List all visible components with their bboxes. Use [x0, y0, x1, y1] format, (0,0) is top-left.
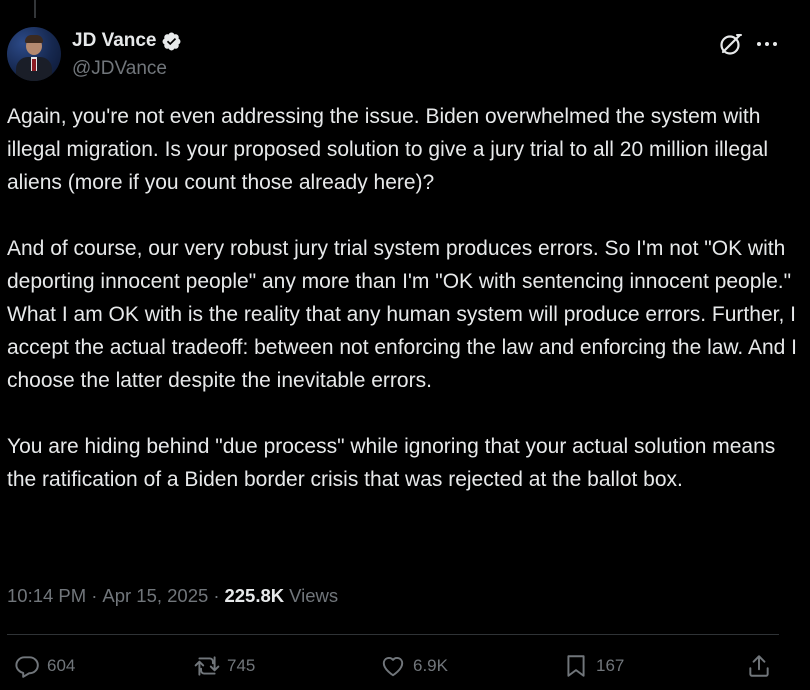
- display-name[interactable]: JD Vance: [72, 30, 157, 52]
- views-label: Views: [289, 585, 339, 606]
- reply-icon: [15, 656, 39, 678]
- meta-separator: ·: [213, 585, 220, 606]
- bookmark-button[interactable]: 167: [563, 650, 624, 682]
- grok-icon[interactable]: [717, 30, 745, 58]
- tweet-time[interactable]: 10:14 PM: [7, 585, 86, 607]
- verified-badge-icon[interactable]: [161, 31, 182, 52]
- tweet-date[interactable]: Apr 15, 2025: [102, 585, 208, 607]
- repost-button[interactable]: 745: [194, 650, 255, 682]
- divider: [7, 634, 779, 635]
- bookmark-count: 167: [596, 656, 625, 675]
- like-count: 6.9K: [413, 656, 448, 675]
- avatar[interactable]: [7, 27, 61, 81]
- more-icon[interactable]: [755, 30, 779, 58]
- tweet-paragraph: And of course, our very robust jury tria…: [7, 237, 797, 392]
- tweet-paragraph: Again, you're not even addressing the is…: [7, 105, 769, 194]
- like-icon: [382, 657, 404, 677]
- share-icon: [749, 655, 769, 677]
- repost-count: 745: [227, 656, 256, 675]
- reply-button[interactable]: 604: [14, 650, 75, 682]
- repost-icon: [194, 656, 220, 676]
- meta-separator: ·: [91, 585, 98, 606]
- name-row: JD Vance: [72, 30, 182, 52]
- share-button[interactable]: [746, 650, 779, 682]
- reply-count: 604: [47, 656, 76, 675]
- tweet-paragraph: You are hiding behind "due process" whil…: [7, 435, 776, 491]
- like-button[interactable]: 6.9K: [380, 650, 448, 682]
- tweet-meta: 10:14 PM · Apr 15, 2025 · 225.8K Views: [7, 585, 338, 607]
- bookmark-icon: [567, 655, 585, 677]
- views-count[interactable]: 225.8K: [224, 585, 284, 607]
- tweet-header: JD Vance @JDVance: [7, 27, 797, 85]
- action-bar: 604 745 6.9K 167: [0, 650, 810, 684]
- thread-line: [34, 0, 36, 18]
- tweet-text: Again, you're not even addressing the is…: [7, 100, 797, 529]
- user-handle[interactable]: @JDVance: [72, 58, 167, 80]
